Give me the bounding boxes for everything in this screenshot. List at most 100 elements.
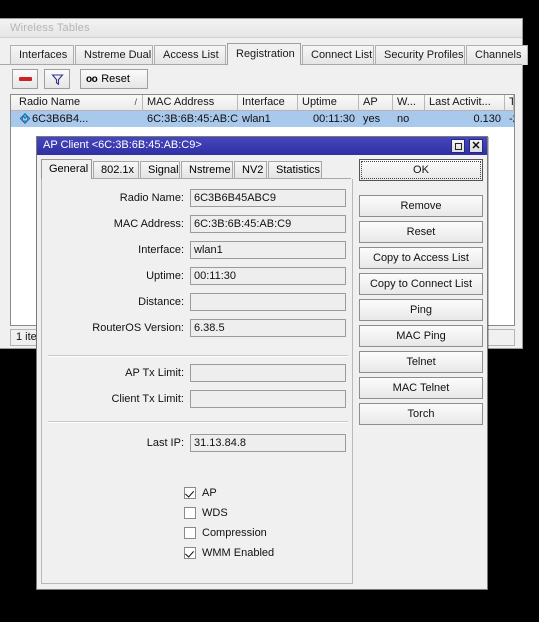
dialog-tab-statistics[interactable]: Statistics xyxy=(268,161,322,179)
button-mac-telnet[interactable]: MAC Telnet xyxy=(359,377,483,399)
close-button[interactable]: ✕ xyxy=(469,139,483,153)
remove-button[interactable] xyxy=(12,69,38,89)
column-header-label: W... xyxy=(397,96,416,108)
input-last-ip[interactable]: 31.13.84.8 xyxy=(190,434,346,452)
column-header-label: Interface xyxy=(242,96,285,108)
main-tab-access-list[interactable]: Access List xyxy=(154,45,226,65)
main-window-titlebar[interactable]: Wireless Tables xyxy=(0,19,522,38)
button-label: MAC Telnet xyxy=(392,382,450,394)
reset-button-label: Reset xyxy=(101,73,130,85)
maximize-button[interactable] xyxy=(451,139,465,153)
label-interface: Interface: xyxy=(138,244,184,256)
checkbox-box-wds[interactable] xyxy=(184,506,196,519)
main-tab-registration[interactable]: Registration xyxy=(227,43,301,65)
field-row-client-tx-limit: Client Tx Limit: xyxy=(42,390,352,408)
main-tab-interfaces[interactable]: Interfaces xyxy=(10,45,74,65)
dialog-tab-label: General xyxy=(49,163,89,175)
dialog-tab-nstreme[interactable]: Nstreme xyxy=(181,161,233,179)
divider-2 xyxy=(48,421,348,423)
label-client-tx-limit: Client Tx Limit: xyxy=(111,393,184,405)
field-row-distance: Distance: xyxy=(42,293,352,311)
minus-icon xyxy=(18,77,32,81)
main-tab-nstreme-dual[interactable]: Nstreme Dual xyxy=(75,45,153,65)
column-header-label: Radio Name xyxy=(19,96,81,108)
checkbox-ap[interactable]: AP xyxy=(184,484,217,501)
button-reset[interactable]: Reset xyxy=(359,221,483,243)
label-mac-address: MAC Address: xyxy=(113,218,184,230)
button-torch[interactable]: Torch xyxy=(359,403,483,425)
table-row[interactable]: 6C3B6B4... 6C:3B:6B:45:AB:C9 wlan1 00:11:30… xyxy=(11,111,514,127)
checkbox-box-compression[interactable] xyxy=(184,526,196,539)
button-label: Telnet xyxy=(406,356,436,368)
column-header-label: Tx/Rx Signal xyxy=(509,96,513,108)
column-header-last-activit-[interactable]: Last Activit... xyxy=(425,95,505,110)
dialog-tab-nv2[interactable]: NV2 xyxy=(234,161,267,179)
ap-client-dialog: AP Client <6C:3B:6B:45:AB:C9> ✕ General 8… xyxy=(36,136,488,590)
cell-w[interactable]: no xyxy=(393,111,425,127)
main-window-title: Wireless Tables xyxy=(10,22,90,34)
dialog-tab-label: 802.1x xyxy=(101,164,135,176)
main-tab-security-profiles[interactable]: Security Profiles xyxy=(375,45,465,65)
column-header-radio-name[interactable]: Radio Name / xyxy=(15,95,143,110)
cell-tx-rx-signal[interactable]: -25/-26 xyxy=(505,111,514,127)
button-copy-to-access-list[interactable]: Copy to Access List xyxy=(359,247,483,269)
dialog-tab-802-1x[interactable]: 802.1x xyxy=(93,161,139,179)
dialog-tab-signal[interactable]: Signal xyxy=(140,161,180,179)
column-header-uptime[interactable]: Uptime xyxy=(298,95,359,110)
input-distance[interactable] xyxy=(190,293,346,311)
checkbox-wds[interactable]: WDS xyxy=(184,504,228,521)
dialog-tab-label: Nstreme xyxy=(189,164,231,176)
reset-counters-button[interactable]: oo Reset xyxy=(80,69,148,89)
field-row-uptime: Uptime: 00:11:30 xyxy=(42,267,352,285)
button-mac-ping[interactable]: MAC Ping xyxy=(359,325,483,347)
input-client-tx-limit[interactable] xyxy=(190,390,346,408)
checkbox-label-wds: WDS xyxy=(202,506,228,519)
main-tab-channels[interactable]: Channels xyxy=(466,45,528,65)
dialog-tab-label: Statistics xyxy=(276,164,321,176)
input-routeros-version[interactable]: 6.38.5 xyxy=(190,319,346,337)
button-remove[interactable]: Remove xyxy=(359,195,483,217)
input-ap-tx-limit[interactable] xyxy=(190,364,346,382)
button-copy-to-connect-list[interactable]: Copy to Connect List xyxy=(359,273,483,295)
cell-last-activity[interactable]: 0.130 xyxy=(425,111,505,127)
filter-button[interactable] xyxy=(44,69,70,89)
checkbox-box-wmm-enabled[interactable] xyxy=(184,546,196,559)
input-radio-name[interactable]: 6C3B6B45ABC9 xyxy=(190,189,346,207)
checkbox-wmm-enabled[interactable]: WMM Enabled xyxy=(184,544,274,561)
button-label: Torch xyxy=(407,408,435,420)
button-label: Copy to Access List xyxy=(373,252,469,264)
divider-1 xyxy=(48,355,348,357)
field-row-interface: Interface: wlan1 xyxy=(42,241,352,259)
checkbox-compression[interactable]: Compression xyxy=(184,524,267,541)
cell-mac-address[interactable]: 6C:3B:6B:45:AB:C9 xyxy=(143,111,238,127)
button-telnet[interactable]: Telnet xyxy=(359,351,483,373)
column-header-tx-rx-signal[interactable]: Tx/Rx Signal xyxy=(505,95,514,110)
column-header-interface[interactable]: Interface xyxy=(238,95,298,110)
column-header-label: AP xyxy=(363,96,378,108)
input-interface[interactable]: wlan1 xyxy=(190,241,346,259)
input-mac-address[interactable]: 6C:3B:6B:45:AB:C9 xyxy=(190,215,346,233)
dialog-tab-label: NV2 xyxy=(242,164,264,176)
button-ping[interactable]: Ping xyxy=(359,299,483,321)
cell-ap[interactable]: yes xyxy=(359,111,393,127)
cell-radio-name[interactable]: 6C3B6B4... xyxy=(15,111,143,127)
main-tab-connect-list[interactable]: Connect List xyxy=(302,45,374,65)
checkbox-label-wmm-enabled: WMM Enabled xyxy=(202,546,275,559)
main-tab-bar: Interfaces Nstreme Dual Access List Registr… xyxy=(0,43,528,65)
sort-ascending-icon: / xyxy=(134,97,137,107)
dialog-titlebar[interactable]: AP Client <6C:3B:6B:45:AB:C9> ✕ xyxy=(37,137,487,155)
column-header-ap[interactable]: AP xyxy=(359,95,393,110)
checkbox-label-ap: AP xyxy=(202,486,217,499)
main-tab-label: Security Profiles xyxy=(384,49,464,61)
registration-column-header[interactable]: Radio Name / MAC Address Interface Uptime AP W… xyxy=(11,95,514,111)
column-header-label: MAC Address xyxy=(147,96,215,108)
column-header-mac-address[interactable]: MAC Address xyxy=(143,95,238,110)
cell-interface[interactable]: wlan1 xyxy=(238,111,298,127)
dialog-tab-general[interactable]: General xyxy=(41,159,92,179)
button-ok[interactable]: OK xyxy=(359,159,483,181)
cell-text: 6C3B6B4... xyxy=(32,113,89,125)
checkbox-box-ap[interactable] xyxy=(184,486,196,499)
input-uptime[interactable]: 00:11:30 xyxy=(190,267,346,285)
column-header-w-[interactable]: W... xyxy=(393,95,425,110)
cell-uptime[interactable]: 00:11:30 xyxy=(298,111,359,127)
